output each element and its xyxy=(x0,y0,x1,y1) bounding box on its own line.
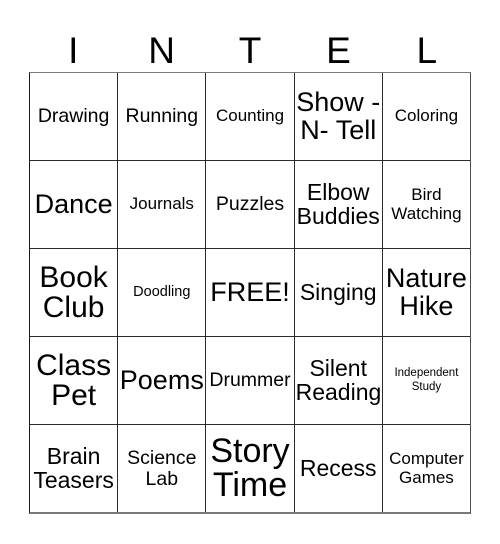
bingo-card: I N T E L Drawing Running Counting Show … xyxy=(0,0,500,544)
bingo-cell-label: Science Lab xyxy=(127,447,197,490)
bingo-cell-label: Running xyxy=(125,105,199,128)
bingo-cell[interactable]: Elbow Buddies xyxy=(295,161,383,248)
bingo-cell[interactable]: Recess xyxy=(295,425,383,512)
bingo-cell[interactable]: Dance xyxy=(30,161,119,248)
bingo-cell-label: Nature Hike xyxy=(385,262,467,321)
bingo-cell-label: Computer Games xyxy=(389,449,464,487)
bingo-cell[interactable]: Science Lab xyxy=(118,425,207,512)
bingo-cell-label: Coloring xyxy=(394,106,459,126)
bingo-cell[interactable]: Book Club xyxy=(30,249,119,336)
bingo-cell-label: Show - N- Tell xyxy=(296,86,381,145)
bingo-cell[interactable]: Story Time xyxy=(206,425,295,512)
bingo-cell[interactable]: Journals xyxy=(118,161,207,248)
bingo-cell-label: Book Club xyxy=(39,260,108,324)
bingo-cell-label: Story Time xyxy=(210,432,290,504)
bingo-cell[interactable]: Coloring xyxy=(383,73,470,160)
bingo-row: Drawing Running Counting Show - N- Tell … xyxy=(30,73,470,161)
bingo-cell-label: Class Pet xyxy=(36,348,112,412)
bingo-cell[interactable]: Drummer xyxy=(206,337,295,424)
bingo-cell[interactable]: Nature Hike xyxy=(383,249,470,336)
bingo-cell-free[interactable]: FREE! xyxy=(206,249,295,336)
bingo-cell-label: Drummer xyxy=(209,369,291,392)
bingo-cell[interactable]: Drawing xyxy=(30,73,119,160)
bingo-cell-label: Poems xyxy=(119,364,204,395)
bingo-cell-label: Brain Teasers xyxy=(33,442,114,493)
bingo-cell-label: Journals xyxy=(129,194,194,214)
bingo-cell-label: Elbow Buddies xyxy=(296,178,380,229)
bingo-cell-label: Silent Reading xyxy=(295,354,382,405)
header-letter-2: N xyxy=(148,30,175,71)
bingo-cell[interactable]: Bird Watching xyxy=(383,161,470,248)
bingo-cell[interactable]: Puzzles xyxy=(206,161,295,248)
bingo-row: Dance Journals Puzzles Elbow Buddies Bir… xyxy=(30,161,470,249)
bingo-row: Brain Teasers Science Lab Story Time Rec… xyxy=(30,425,470,512)
bingo-cell-label: Recess xyxy=(299,454,377,481)
header-letter-5: L xyxy=(416,30,438,71)
bingo-cell[interactable]: Brain Teasers xyxy=(30,425,119,512)
bingo-cell[interactable]: Counting xyxy=(206,73,295,160)
bingo-cell[interactable]: Class Pet xyxy=(30,337,119,424)
header-letter-1: I xyxy=(68,30,79,71)
bingo-grid: Drawing Running Counting Show - N- Tell … xyxy=(29,72,471,514)
bingo-cell-label: Independent Study xyxy=(394,366,459,393)
bingo-cell-label: Doodling xyxy=(133,283,191,300)
bingo-cell[interactable]: Show - N- Tell xyxy=(295,73,383,160)
bingo-row: Book Club Doodling FREE! Singing Nature … xyxy=(30,249,470,337)
bingo-cell-label: Counting xyxy=(215,106,285,126)
bingo-row: Class Pet Poems Drummer Silent Reading I… xyxy=(30,337,470,425)
bingo-header-letters: I N T E L xyxy=(29,22,471,72)
bingo-cell-label: Bird Watching xyxy=(391,185,462,223)
bingo-cell-label: Drawing xyxy=(37,105,110,128)
header-letter-3: T xyxy=(238,30,262,71)
bingo-cell[interactable]: Computer Games xyxy=(383,425,470,512)
bingo-cell-label: Singing xyxy=(299,278,377,305)
bingo-cell-label: Puzzles xyxy=(215,193,285,216)
bingo-cell-label: Dance xyxy=(34,188,113,219)
bingo-cell[interactable]: Independent Study xyxy=(383,337,470,424)
bingo-cell[interactable]: Doodling xyxy=(118,249,207,336)
bingo-cell[interactable]: Poems xyxy=(118,337,207,424)
bingo-cell[interactable]: Singing xyxy=(295,249,383,336)
bingo-cell-label: FREE! xyxy=(210,276,290,307)
bingo-cell[interactable]: Silent Reading xyxy=(295,337,383,424)
header-letter-4: E xyxy=(326,30,351,71)
bingo-cell[interactable]: Running xyxy=(118,73,207,160)
